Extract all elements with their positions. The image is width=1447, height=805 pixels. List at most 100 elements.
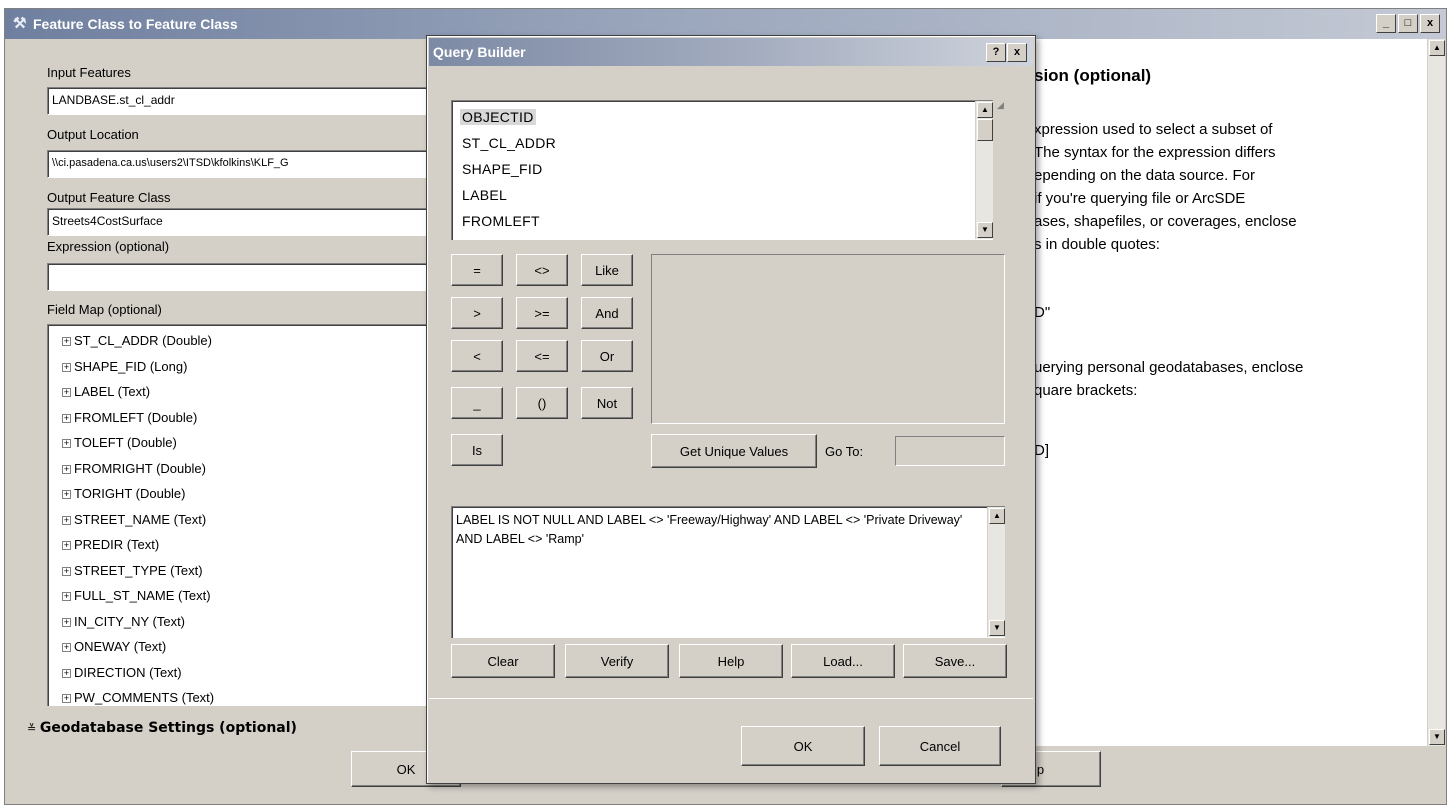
- help-question-icon[interactable]: ?: [986, 43, 1006, 62]
- field-map-item[interactable]: + PREDIR (Text): [62, 537, 159, 552]
- geodatabase-settings-toggle[interactable]: ≚ Geodatabase Settings (optional): [27, 720, 297, 736]
- expression-editor[interactable]: LABEL IS NOT NULL AND LABEL <> 'Freeway/…: [451, 506, 1005, 638]
- query-builder-title-bar[interactable]: Query Builder: [429, 38, 1033, 66]
- scroll-up-icon[interactable]: ▲: [1429, 40, 1445, 56]
- expand-icon[interactable]: +: [62, 363, 71, 373]
- field-map-item[interactable]: + ST_CL_ADDR (Double): [62, 333, 212, 348]
- operator-equals-button[interactable]: =: [451, 254, 503, 286]
- expand-icon[interactable]: +: [62, 337, 71, 347]
- field-item[interactable]: OBJECTID: [460, 109, 536, 125]
- help-line: uerying personal geodatabases, enclose: [1034, 359, 1304, 376]
- operator-is-button[interactable]: Is: [451, 434, 503, 466]
- query-builder-title: Query Builder: [433, 44, 526, 60]
- field-map-item[interactable]: + STREET_NAME (Text): [62, 512, 206, 527]
- expand-icon[interactable]: +: [62, 516, 71, 526]
- expand-icon[interactable]: +: [62, 669, 71, 679]
- output-feature-class-field[interactable]: Streets4CostSurface: [47, 208, 447, 236]
- minimize-button[interactable]: _: [1376, 14, 1396, 33]
- help-line: if you're querying file or ArcSDE: [1034, 190, 1246, 207]
- expand-icon[interactable]: +: [62, 694, 71, 704]
- expand-icon[interactable]: +: [62, 592, 71, 602]
- unique-values-list[interactable]: [651, 254, 1005, 424]
- operator-greater-button[interactable]: >: [451, 297, 503, 329]
- tool-icon: ⚒: [13, 15, 27, 32]
- help-line: ases, shapefiles, or coverages, enclose: [1034, 213, 1297, 230]
- field-map-item[interactable]: + FROMRIGHT (Double): [62, 461, 206, 476]
- operator-underscore-button[interactable]: _: [451, 387, 503, 419]
- field-map-item[interactable]: + FULL_ST_NAME (Text): [62, 588, 211, 603]
- field-item[interactable]: SHAPE_FID: [462, 161, 543, 177]
- expression-label: Expression (optional): [47, 239, 170, 254]
- field-item[interactable]: ST_CL_ADDR: [462, 135, 556, 151]
- help-panel: sion (optional) xpression used to select…: [1025, 39, 1445, 746]
- scroll-down-icon[interactable]: ▼: [989, 620, 1005, 636]
- field-map-item[interactable]: + PW_COMMENTS (Text): [62, 690, 214, 705]
- query-builder-dialog: Query Builder ? x OBJECTID ST_CL_ADDR SH…: [426, 35, 1036, 784]
- help-scrollbar[interactable]: ▲ ▼: [1427, 39, 1445, 746]
- expand-icon[interactable]: +: [62, 465, 71, 475]
- scroll-up-icon[interactable]: ▲: [989, 508, 1005, 524]
- expand-icon[interactable]: +: [62, 414, 71, 424]
- expand-icon[interactable]: +: [62, 643, 71, 653]
- field-map-list[interactable]: + ST_CL_ADDR (Double) + SHAPE_FID (Long) +…: [47, 324, 447, 706]
- field-map-item[interactable]: + TOLEFT (Double): [62, 435, 177, 450]
- input-features-field[interactable]: LANDBASE.st_cl_addr: [47, 87, 447, 115]
- expand-icon[interactable]: +: [62, 567, 71, 577]
- operator-and-button[interactable]: And: [581, 297, 633, 329]
- get-unique-values-button[interactable]: Get Unique Values: [651, 434, 817, 468]
- field-item[interactable]: FROMLEFT: [462, 213, 540, 229]
- go-to-field[interactable]: [895, 436, 1005, 466]
- scroll-down-icon[interactable]: ▼: [977, 222, 993, 238]
- help-line: epending on the data source. For: [1034, 167, 1255, 184]
- fields-scrollbar[interactable]: ▲ ▼: [975, 101, 993, 239]
- expression-text[interactable]: LABEL IS NOT NULL AND LABEL <> 'Freeway/…: [452, 507, 1005, 549]
- save-button[interactable]: Save...: [903, 644, 1007, 678]
- expression-scrollbar[interactable]: ▲ ▼: [987, 507, 1005, 637]
- field-map-item[interactable]: + SHAPE_FID (Long): [62, 359, 187, 374]
- field-item[interactable]: LABEL: [462, 187, 507, 203]
- scroll-up-icon[interactable]: ▲: [977, 102, 993, 118]
- field-map-item[interactable]: + ONEWAY (Text): [62, 639, 166, 654]
- operator-not-equal-button[interactable]: <>: [516, 254, 568, 286]
- expand-icon[interactable]: +: [62, 541, 71, 551]
- help-line: D": [1034, 304, 1051, 321]
- collapse-chevron-icon: ≚: [27, 723, 37, 735]
- help-button[interactable]: Help: [679, 644, 783, 678]
- query-cancel-button[interactable]: Cancel: [879, 726, 1001, 766]
- expand-icon[interactable]: +: [62, 490, 71, 500]
- query-builder-controls: ? x: [986, 43, 1027, 62]
- output-feature-class-label: Output Feature Class: [47, 190, 171, 205]
- expression-field[interactable]: [47, 263, 447, 291]
- query-builder-close-button[interactable]: x: [1007, 43, 1027, 62]
- operator-greater-equal-button[interactable]: >=: [516, 297, 568, 329]
- window-controls: _ □ x: [1376, 14, 1440, 33]
- operator-parentheses-button[interactable]: (): [516, 387, 568, 419]
- output-location-field[interactable]: \\ci.pasadena.ca.us\users2\ITSD\kfolkins…: [47, 150, 447, 178]
- expand-icon[interactable]: +: [62, 439, 71, 449]
- expand-icon[interactable]: +: [62, 388, 71, 398]
- field-map-item[interactable]: + DIRECTION (Text): [62, 665, 182, 680]
- field-map-item[interactable]: + IN_CITY_NY (Text): [62, 614, 185, 629]
- expand-icon[interactable]: +: [62, 618, 71, 628]
- operator-like-button[interactable]: Like: [581, 254, 633, 286]
- field-map-item[interactable]: + STREET_TYPE (Text): [62, 563, 203, 578]
- close-button[interactable]: x: [1420, 14, 1440, 33]
- clear-button[interactable]: Clear: [451, 644, 555, 678]
- field-map-item[interactable]: + FROMLEFT (Double): [62, 410, 197, 425]
- verify-button[interactable]: Verify: [565, 644, 669, 678]
- operator-less-button[interactable]: <: [451, 340, 503, 372]
- operator-not-button[interactable]: Not: [581, 387, 633, 419]
- operator-or-button[interactable]: Or: [581, 340, 633, 372]
- operator-less-equal-button[interactable]: <=: [516, 340, 568, 372]
- input-features-label: Input Features: [47, 65, 131, 80]
- field-map-item[interactable]: + TORIGHT (Double): [62, 486, 186, 501]
- query-ok-button[interactable]: OK: [741, 726, 865, 766]
- resize-grip-icon: ◢: [997, 100, 1004, 110]
- load-button[interactable]: Load...: [791, 644, 895, 678]
- scroll-thumb[interactable]: [977, 119, 993, 141]
- help-line: The syntax for the expression differs: [1034, 144, 1276, 161]
- scroll-down-icon[interactable]: ▼: [1429, 729, 1445, 745]
- maximize-button[interactable]: □: [1398, 14, 1418, 33]
- field-map-item[interactable]: + LABEL (Text): [62, 384, 150, 399]
- fields-list[interactable]: OBJECTID ST_CL_ADDR SHAPE_FID LABEL FROM…: [451, 100, 993, 240]
